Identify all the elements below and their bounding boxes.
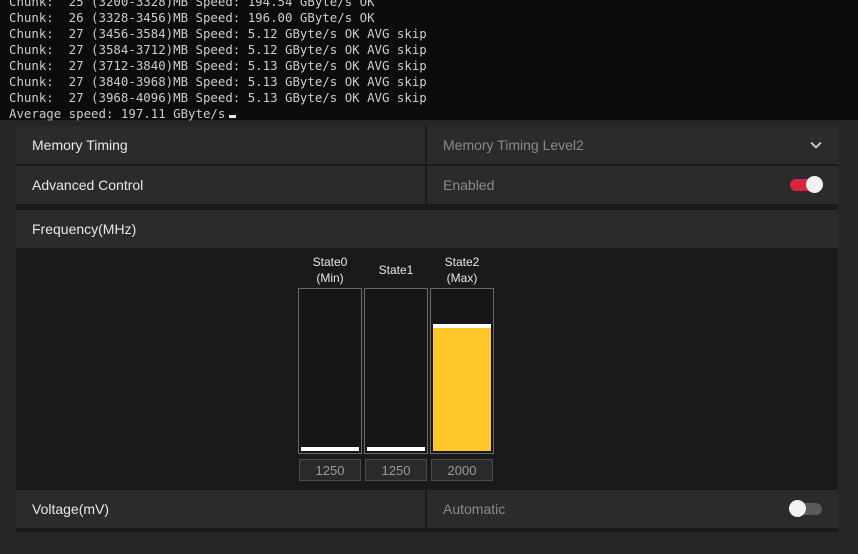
frequency-row: Frequency(MHz) xyxy=(16,210,838,248)
state-1-value-input[interactable]: 1250 xyxy=(365,459,427,481)
terminal-line: Chunk: 25 (3200-3328)MB Speed: 194.54 GB… xyxy=(9,0,375,9)
advanced-control-value-cell: Enabled xyxy=(427,166,838,204)
state-2-sublabel: (Max) xyxy=(446,271,478,285)
memory-timing-label: Memory Timing xyxy=(16,126,425,164)
state-2-label: State2 xyxy=(444,255,480,269)
memory-timing-row: Memory Timing Memory Timing Level2 xyxy=(16,126,838,164)
terminal-line: Chunk: 27 (3840-3968)MB Speed: 5.13 GByt… xyxy=(9,74,427,89)
terminal-output: Chunk: 25 (3200-3328)MB Speed: 194.54 GB… xyxy=(0,0,858,122)
chevron-down-icon xyxy=(810,141,822,149)
frequency-states-area: State0 (Min) 1250 State1 1250 State2 (Ma… xyxy=(16,250,838,488)
state-0-slider-fill xyxy=(301,447,359,451)
state-1-slider[interactable] xyxy=(364,288,428,454)
advanced-control-toggle[interactable] xyxy=(790,176,823,193)
state-1-slider-fill xyxy=(367,447,425,451)
state-2-value-input[interactable]: 2000 xyxy=(431,459,493,481)
state-2-slider[interactable] xyxy=(430,288,494,454)
advanced-control-value: Enabled xyxy=(443,177,495,193)
state-2-slider-fill xyxy=(433,324,491,451)
terminal-cursor xyxy=(229,115,237,118)
toggle-knob xyxy=(806,176,823,193)
memory-timing-dropdown[interactable]: Memory Timing Level2 xyxy=(427,126,838,164)
voltage-row: Voltage(mV) Automatic xyxy=(16,490,838,528)
terminal-line: Chunk: 26 (3328-3456)MB Speed: 196.00 GB… xyxy=(9,10,375,25)
state-0-value-input[interactable]: 1250 xyxy=(299,459,361,481)
state-0-slider[interactable] xyxy=(298,288,362,454)
terminal-line: Chunk: 27 (3456-3584)MB Speed: 5.12 GByt… xyxy=(9,26,427,41)
frequency-label: Frequency(MHz) xyxy=(16,210,838,248)
terminal-line: Chunk: 27 (3712-3840)MB Speed: 5.13 GByt… xyxy=(9,58,427,73)
advanced-control-label: Advanced Control xyxy=(16,166,425,204)
voltage-value: Automatic xyxy=(443,501,506,517)
memory-settings-panel: Memory Timing Memory Timing Level2 Advan… xyxy=(16,126,838,532)
advanced-control-row: Advanced Control Enabled xyxy=(16,166,838,204)
voltage-label: Voltage(mV) xyxy=(16,490,425,528)
terminal-prompt-line: Average speed: 197.11 GByte/s xyxy=(9,106,858,122)
voltage-value-cell: Automatic xyxy=(427,490,838,528)
voltage-toggle[interactable] xyxy=(789,500,822,517)
toggle-knob xyxy=(789,500,806,517)
terminal-line: Chunk: 27 (3584-3712)MB Speed: 5.12 GByt… xyxy=(9,42,427,57)
memory-timing-value: Memory Timing Level2 xyxy=(443,137,584,153)
average-speed-text: Average speed: 197.11 GByte/s xyxy=(9,106,226,121)
terminal-line: Chunk: 27 (3968-4096)MB Speed: 5.13 GByt… xyxy=(9,90,427,105)
